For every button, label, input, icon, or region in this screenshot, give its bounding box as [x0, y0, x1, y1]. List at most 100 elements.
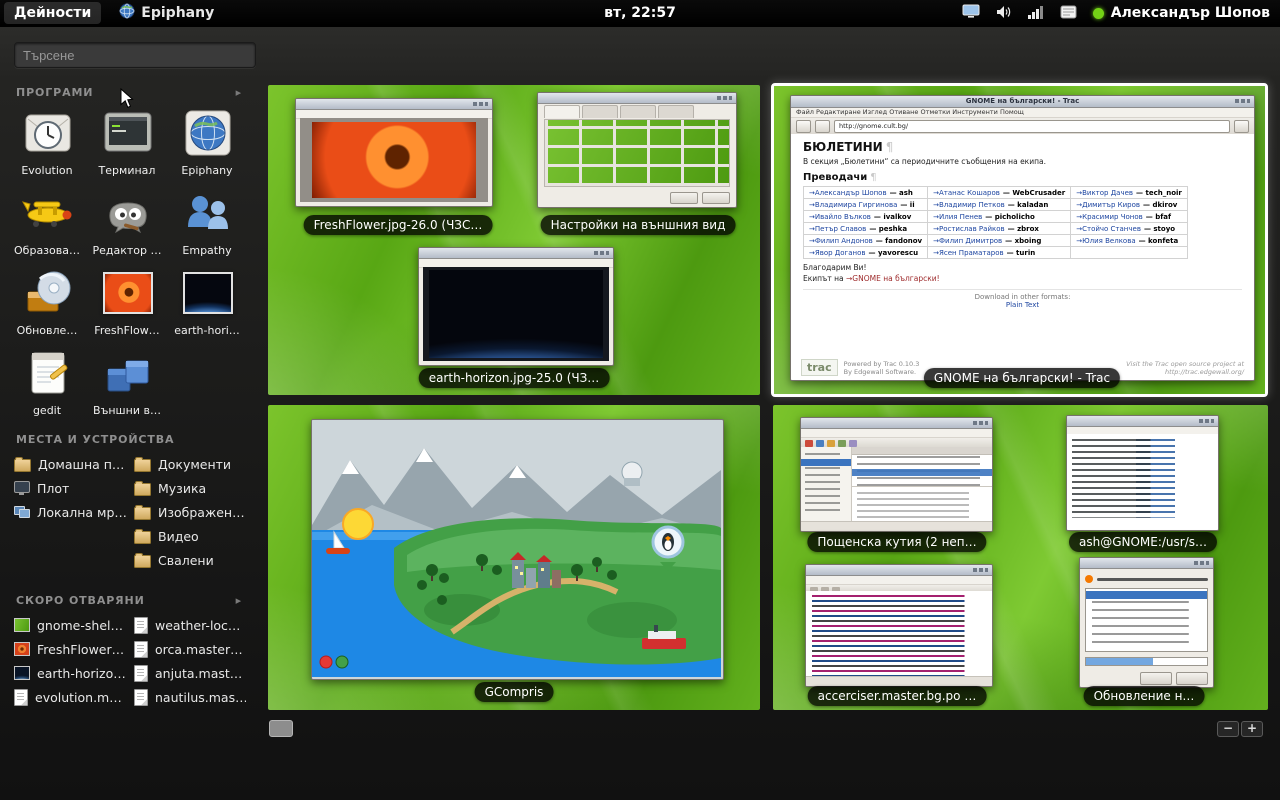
- window-gedit-po-file[interactable]: [805, 564, 993, 687]
- recent-label: earth-horizo…: [37, 666, 126, 681]
- app-label: Външни в…: [89, 404, 165, 417]
- translator-link[interactable]: →Юлия Велкова: [1076, 237, 1135, 245]
- keyboard-icon[interactable]: [1060, 4, 1077, 23]
- translator-link[interactable]: →Александър Шопов: [809, 189, 887, 197]
- app-gedit[interactable]: gedit: [9, 345, 87, 417]
- translator-link[interactable]: →Филип Андонов: [809, 237, 873, 245]
- recent-item[interactable]: gnome-shel…: [14, 613, 126, 637]
- translator-link[interactable]: →Илия Пенев: [933, 213, 982, 221]
- window-gcompris[interactable]: [311, 419, 724, 680]
- window-update-manager[interactable]: [1079, 557, 1214, 688]
- plain-text-link[interactable]: Plain Text: [803, 301, 1242, 309]
- recent-label: weather-loc…: [155, 618, 240, 633]
- recent-item[interactable]: FreshFlower…: [14, 637, 126, 661]
- recent-label: orca.master…: [155, 642, 243, 657]
- team-link[interactable]: →GNOME на български!: [846, 274, 940, 283]
- window-appearance-settings[interactable]: [537, 92, 737, 208]
- trac-logo: trac: [801, 359, 838, 376]
- recent-item[interactable]: anjuta.mast…: [134, 661, 246, 685]
- place-network[interactable]: Локална мр…: [14, 500, 126, 524]
- window-label: Настройки на външния вид: [541, 215, 736, 235]
- folder-icon: [134, 459, 151, 472]
- translator-link[interactable]: →Ивайло Вълков: [809, 213, 871, 221]
- translator-nick: — fandonov: [876, 237, 922, 245]
- translator-link[interactable]: →Владимир Петков: [933, 201, 1005, 209]
- workspace-indicator[interactable]: [269, 720, 293, 737]
- place-pictures[interactable]: Изображен…: [134, 500, 246, 524]
- dialog-button[interactable]: [1140, 672, 1172, 685]
- translator-link[interactable]: →Стойчо Станчев: [1076, 225, 1141, 233]
- network-signal-icon[interactable]: [1028, 4, 1044, 23]
- translator-cell: →Владимир Петков— kaladan: [928, 199, 1071, 211]
- place-desktop[interactable]: Плот: [14, 476, 126, 500]
- recent-item[interactable]: orca.master…: [134, 637, 246, 661]
- app-label: Epiphany: [169, 164, 245, 177]
- app-epiphany[interactable]: Epiphany: [169, 105, 247, 177]
- workspace-1[interactable]: FreshFlower.jpg-26.0 (ЧЗС… Настройки на …: [268, 85, 760, 395]
- recent-item[interactable]: evolution.m…: [14, 685, 126, 709]
- workspace-2[interactable]: GNOME на български! - Trac Файл Редактир…: [774, 86, 1265, 394]
- flower-thumbnail-icon: [100, 265, 156, 321]
- back-button[interactable]: [796, 120, 811, 133]
- window-gimp-freshflower[interactable]: [295, 98, 493, 207]
- app-menu[interactable]: Epiphany: [119, 3, 214, 23]
- dialog-buttons: [670, 192, 730, 204]
- workspace-3[interactable]: GCompris: [268, 405, 760, 710]
- display-icon[interactable]: [962, 4, 980, 23]
- translator-link[interactable]: →Виктор Дачев: [1076, 189, 1133, 197]
- recent-item[interactable]: weather-loc…: [134, 613, 246, 637]
- window-gimp-earth[interactable]: [418, 247, 614, 366]
- recent-item[interactable]: earth-horizo…: [14, 661, 126, 685]
- app-evolution[interactable]: Evolution: [9, 105, 87, 177]
- app-freshflower-image[interactable]: FreshFlow…: [89, 265, 167, 337]
- expand-arrow-icon[interactable]: ▸: [236, 594, 242, 607]
- app-updates[interactable]: Обновле…: [9, 265, 87, 337]
- translator-link[interactable]: →Атанас Кошаров: [933, 189, 1000, 197]
- translator-link[interactable]: →Ясен Праматаров: [933, 249, 1003, 257]
- window-titlebar: [419, 248, 613, 259]
- app-terminal[interactable]: Терминал: [89, 105, 167, 177]
- workspace-4[interactable]: Пощенска кутия (2 неп… ash@GNOME:/usr/s……: [773, 405, 1268, 710]
- activities-button[interactable]: Дейности: [4, 2, 101, 24]
- place-documents[interactable]: Документи: [134, 452, 246, 476]
- translator-link[interactable]: →Филип Димитров: [933, 237, 1002, 245]
- app-external-drives[interactable]: Външни в…: [89, 345, 167, 417]
- translator-link[interactable]: →Димитър Киров: [1076, 201, 1140, 209]
- url-bar[interactable]: http://gnome.cult.bg/: [834, 120, 1230, 133]
- remove-workspace-button[interactable]: −: [1217, 721, 1239, 737]
- app-empathy[interactable]: Empathy: [169, 185, 247, 257]
- forward-button[interactable]: [815, 120, 830, 133]
- volume-icon[interactable]: [996, 4, 1012, 23]
- place-downloads[interactable]: Свалени: [134, 548, 246, 572]
- translator-link[interactable]: →Явор Доганов: [809, 249, 866, 257]
- app-gimp[interactable]: Редактор …: [89, 185, 167, 257]
- recent-item[interactable]: nautilus.mas…: [134, 685, 246, 709]
- add-workspace-button[interactable]: +: [1241, 721, 1263, 737]
- translator-link[interactable]: →Петър Славов: [809, 225, 866, 233]
- dialog-button[interactable]: [1176, 672, 1208, 685]
- recent-label: FreshFlower…: [37, 642, 124, 657]
- app-earth-image[interactable]: earth-hori…: [169, 265, 247, 337]
- translator-link[interactable]: →Ростислав Райков: [933, 225, 1005, 233]
- search-input[interactable]: [14, 42, 256, 68]
- window-terminal[interactable]: [1066, 415, 1219, 531]
- translator-link[interactable]: →Владимира Гиргинова: [809, 201, 897, 209]
- workspace-2-active-border[interactable]: GNOME на български! - Trac Файл Редактир…: [771, 83, 1268, 397]
- place-music[interactable]: Музика: [134, 476, 246, 500]
- translator-cell: →Ивайло Вълков— ivalkov: [804, 211, 928, 223]
- translator-link[interactable]: →Красимир Чонов: [1076, 213, 1143, 221]
- earth-thumbnail-icon: [180, 265, 236, 321]
- table-row: →Ивайло Вълков— ivalkov →Илия Пенев— pic…: [804, 211, 1188, 223]
- place-videos[interactable]: Видео: [134, 524, 246, 548]
- app-gcompris[interactable]: Образова…: [9, 185, 87, 257]
- expand-arrow-icon[interactable]: ▸: [236, 86, 242, 99]
- place-home[interactable]: Домашна п…: [14, 452, 126, 476]
- window-epiphany-trac[interactable]: GNOME на български! - Trac Файл Редактир…: [790, 95, 1255, 381]
- window-evolution-mail[interactable]: [800, 417, 993, 532]
- user-menu[interactable]: Александър Шопов: [1093, 5, 1270, 21]
- translator-nick: — ii: [900, 201, 914, 209]
- place-label: Изображен…: [158, 505, 245, 520]
- reload-button[interactable]: [1234, 120, 1249, 133]
- folder-icon: [134, 507, 151, 520]
- app-label: Evolution: [9, 164, 85, 177]
